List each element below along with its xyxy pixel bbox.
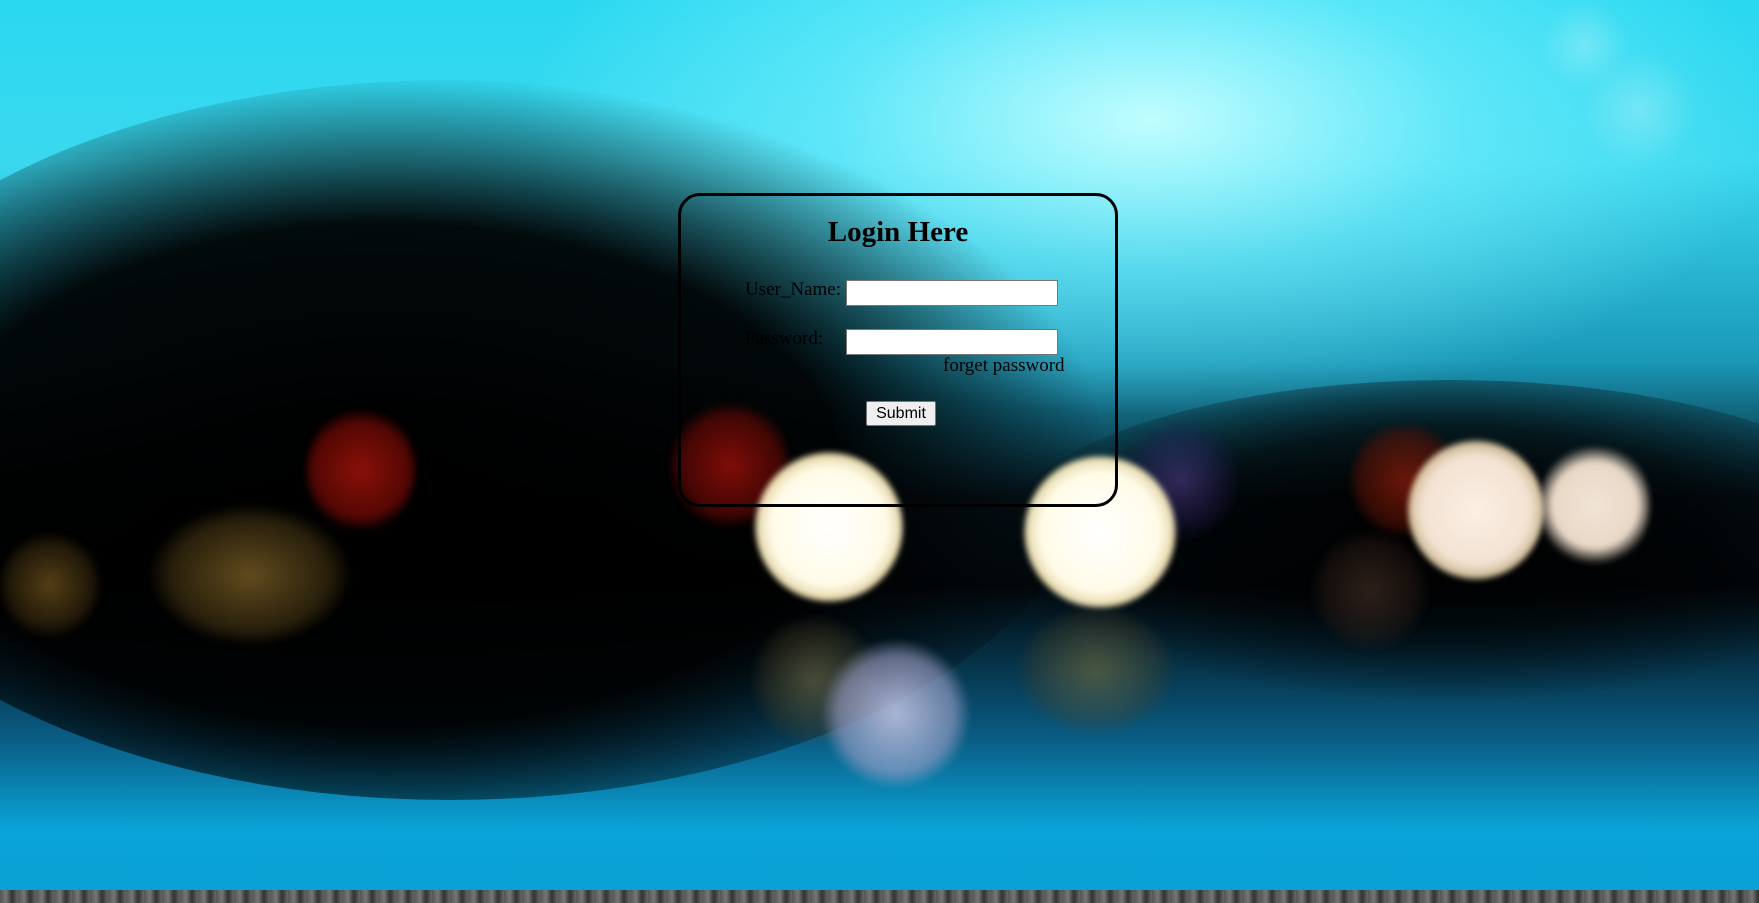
floor-strip xyxy=(0,890,1759,903)
bokeh-light xyxy=(0,530,100,640)
password-input[interactable] xyxy=(846,329,1058,355)
username-label: User_Name: xyxy=(745,279,842,300)
bokeh-light xyxy=(1540,440,1650,570)
password-label: Password: xyxy=(745,328,824,349)
login-title: Login Here xyxy=(827,216,969,248)
bokeh-light xyxy=(1310,530,1430,650)
bokeh-light xyxy=(1016,605,1176,735)
bokeh-light xyxy=(1408,440,1544,580)
username-input[interactable] xyxy=(846,280,1058,306)
bokeh-light xyxy=(150,505,350,645)
forgot-password-link[interactable]: forget password xyxy=(943,355,1065,377)
submit-button[interactable]: Submit xyxy=(866,401,936,426)
login-form: Login Here User_Name: Password: forget p… xyxy=(678,193,1118,507)
bokeh-light xyxy=(1580,50,1700,170)
bokeh-light xyxy=(306,405,416,535)
bokeh-light xyxy=(822,640,970,788)
